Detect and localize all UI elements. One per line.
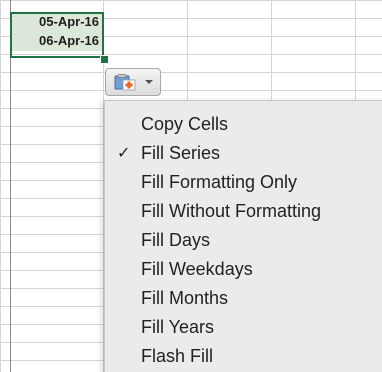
date-cell[interactable]: 06-Apr-16 <box>11 31 103 51</box>
menu-item-label: Copy Cells <box>141 114 229 134</box>
menu-item-label: Fill Without Formatting <box>141 201 322 221</box>
menu-item-label: Fill Series <box>141 143 221 163</box>
checkmark-icon: ✓ <box>117 145 131 162</box>
row-header-border <box>10 0 11 372</box>
menu-item-flash-fill[interactable]: Flash Fill <box>105 342 382 371</box>
fill-handle[interactable] <box>100 55 109 64</box>
date-cell[interactable]: 05-Apr-16 <box>11 13 103 31</box>
chevron-down-icon <box>145 80 153 84</box>
auto-fill-options-menu: Copy Cells ✓ Fill Series Fill Formatting… <box>104 100 382 372</box>
menu-item-label: Flash Fill <box>141 346 214 366</box>
menu-item-fill-formatting-only[interactable]: Fill Formatting Only <box>105 168 382 197</box>
auto-fill-options-button[interactable] <box>105 68 161 96</box>
menu-item-fill-days[interactable]: Fill Days <box>105 226 382 255</box>
menu-item-label: Fill Formatting Only <box>141 172 298 192</box>
menu-item-fill-series[interactable]: ✓ Fill Series <box>105 139 382 168</box>
menu-item-fill-without-formatting[interactable]: Fill Without Formatting <box>105 197 382 226</box>
clipboard-icon <box>114 74 136 91</box>
menu-item-copy-cells[interactable]: Copy Cells <box>105 110 382 139</box>
menu-item-label: Fill Months <box>141 288 229 308</box>
menu-item-label: Fill Weekdays <box>141 259 253 279</box>
menu-item-label: Fill Years <box>141 317 215 337</box>
spreadsheet-grid[interactable]: 05-Apr-16 06-Apr-16 Copy Cells ✓ Fill Se… <box>0 0 382 372</box>
menu-item-fill-years[interactable]: Fill Years <box>105 313 382 342</box>
menu-item-fill-months[interactable]: Fill Months <box>105 284 382 313</box>
menu-item-label: Fill Days <box>141 230 211 250</box>
menu-item-fill-weekdays[interactable]: Fill Weekdays <box>105 255 382 284</box>
